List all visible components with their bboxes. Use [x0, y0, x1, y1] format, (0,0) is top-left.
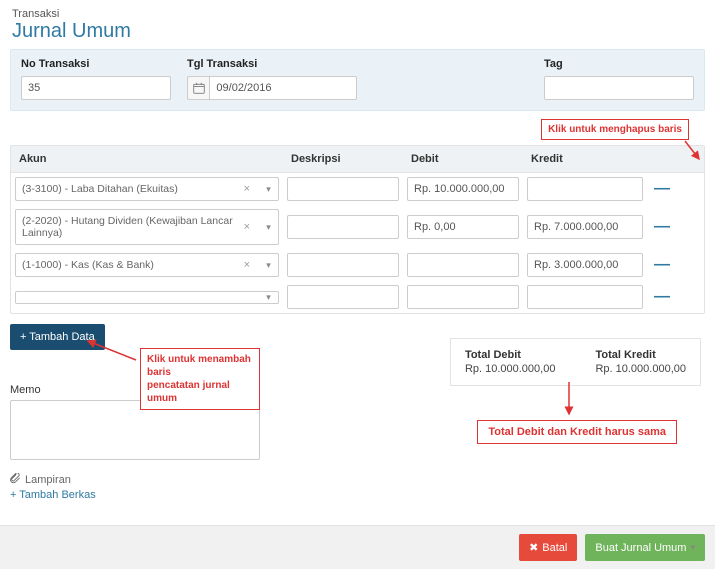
debit-input[interactable]: [407, 285, 519, 309]
callout-add-row: Klik untuk menambah baris pencatatan jur…: [140, 348, 260, 410]
page-title: Jurnal Umum: [12, 20, 705, 43]
clear-icon[interactable]: ×: [241, 183, 253, 195]
no-transaksi-label: No Transaksi: [21, 58, 171, 70]
totals-panel: Total Debit Rp. 10.000.000,00 Total Kred…: [450, 338, 701, 386]
tgl-transaksi-label: Tgl Transaksi: [187, 58, 357, 70]
callout-totals-match: Total Debit dan Kredit harus sama: [477, 420, 677, 444]
kredit-input[interactable]: [527, 285, 643, 309]
delete-row-button[interactable]: —: [654, 292, 670, 302]
akun-select[interactable]: (2-2020) - Hutang Dividen (Kewajiban Lan…: [15, 209, 259, 245]
akun-select[interactable]: [15, 291, 259, 304]
debit-input[interactable]: [407, 177, 519, 201]
debit-input[interactable]: [407, 215, 519, 239]
chevron-down-icon[interactable]: ▾: [259, 209, 279, 245]
deskripsi-input[interactable]: [287, 215, 399, 239]
header-panel: No Transaksi Tgl Transaksi Tag: [10, 49, 705, 111]
table-row: (1-1000) - Kas (Kas & Bank) × ▾ —: [11, 249, 704, 281]
attachment-label: Lampiran: [25, 474, 71, 486]
delete-row-button[interactable]: —: [654, 260, 670, 270]
kredit-input[interactable]: [527, 253, 643, 277]
chevron-down-icon[interactable]: ▾: [259, 253, 279, 277]
total-kredit-value: Rp. 10.000.000,00: [595, 363, 686, 375]
akun-select-value: (3-3100) - Laba Ditahan (Ekuitas): [22, 183, 178, 195]
callout-delete-row: Klik untuk menghapus baris: [541, 119, 689, 140]
deskripsi-input[interactable]: [287, 285, 399, 309]
add-row-button[interactable]: + Tambah Data: [10, 324, 105, 350]
delete-row-button[interactable]: —: [654, 184, 670, 194]
cancel-button[interactable]: ✖ Batal: [519, 534, 577, 561]
breadcrumb: Transaksi: [12, 8, 705, 20]
attachment-icon: [10, 473, 21, 487]
chevron-down-icon[interactable]: ▾: [259, 291, 279, 304]
col-header-deskripsi: Deskripsi: [283, 146, 403, 172]
table-row: (2-2020) - Hutang Dividen (Kewajiban Lan…: [11, 205, 704, 249]
footer-bar: ✖ Batal Buat Jurnal Umum ▾: [0, 525, 715, 569]
debit-input[interactable]: [407, 253, 519, 277]
akun-select-value: (2-2020) - Hutang Dividen (Kewajiban Lan…: [22, 215, 241, 239]
deskripsi-input[interactable]: [287, 253, 399, 277]
akun-select[interactable]: (3-3100) - Laba Ditahan (Ekuitas) ×: [15, 177, 259, 201]
add-attachment-link[interactable]: + Tambah Berkas: [10, 489, 96, 501]
col-header-debit: Debit: [403, 146, 523, 172]
chevron-down-icon[interactable]: ▾: [259, 177, 279, 201]
tgl-transaksi-input[interactable]: [209, 76, 357, 100]
total-debit-value: Rp. 10.000.000,00: [465, 363, 556, 375]
journal-grid: Akun Deskripsi Debit Kredit (3-3100) - L…: [10, 145, 705, 314]
total-kredit-label: Total Kredit: [595, 349, 686, 361]
submit-button[interactable]: Buat Jurnal Umum ▾: [585, 534, 705, 561]
tag-label: Tag: [544, 58, 694, 70]
akun-select[interactable]: (1-1000) - Kas (Kas & Bank) ×: [15, 253, 259, 277]
tag-input[interactable]: [544, 76, 694, 100]
table-row: (3-3100) - Laba Ditahan (Ekuitas) × ▾ —: [11, 173, 704, 205]
delete-row-button[interactable]: —: [654, 222, 670, 232]
deskripsi-input[interactable]: [287, 177, 399, 201]
kredit-input[interactable]: [527, 215, 643, 239]
no-transaksi-input[interactable]: [21, 76, 171, 100]
col-header-akun: Akun: [11, 146, 283, 172]
col-header-kredit: Kredit: [523, 146, 647, 172]
total-debit-label: Total Debit: [465, 349, 556, 361]
kredit-input[interactable]: [527, 177, 643, 201]
table-row: ▾—: [11, 281, 704, 313]
close-icon: ✖: [529, 541, 538, 554]
clear-icon[interactable]: ×: [241, 221, 253, 233]
calendar-icon[interactable]: [187, 76, 209, 100]
clear-icon[interactable]: ×: [241, 259, 253, 271]
chevron-down-icon: ▾: [690, 542, 695, 553]
akun-select-value: (1-1000) - Kas (Kas & Bank): [22, 259, 154, 271]
